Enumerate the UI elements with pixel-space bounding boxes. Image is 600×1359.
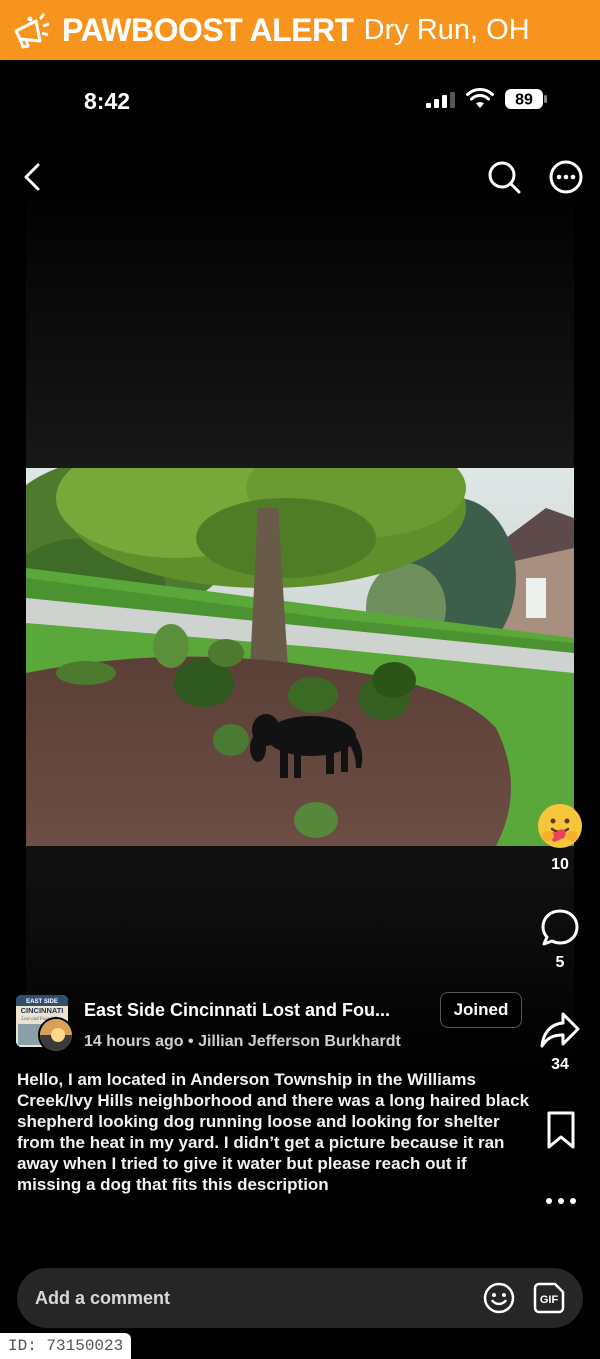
pawboost-alert-banner: PAWBOOST ALERT Dry Run, OH bbox=[0, 0, 600, 60]
status-time: 8:42 bbox=[84, 88, 131, 114]
battery-icon: 89 bbox=[505, 89, 547, 109]
comments-count: 5 bbox=[555, 954, 565, 971]
post-photo[interactable] bbox=[26, 468, 574, 846]
share-action[interactable]: 34 bbox=[536, 1010, 584, 1074]
care-reaction-icon bbox=[538, 804, 582, 848]
bookmark-icon[interactable] bbox=[544, 1110, 578, 1150]
gif-icon[interactable]: GIF bbox=[533, 1282, 565, 1314]
search-icon[interactable] bbox=[486, 159, 522, 195]
comment-input[interactable]: Add a comment bbox=[35, 1288, 170, 1309]
group-name[interactable]: East Side Cincinnati Lost and Fou... bbox=[84, 1000, 390, 1021]
comment-bar[interactable]: Add a comment GIF bbox=[17, 1268, 583, 1328]
post-text: Hello, I am located in Anderson Township… bbox=[17, 1070, 530, 1194]
more-options-icon[interactable] bbox=[548, 159, 584, 195]
author-avatar[interactable] bbox=[38, 1017, 74, 1053]
shares-count: 34 bbox=[551, 1056, 569, 1073]
alert-location: Dry Run, OH bbox=[363, 13, 530, 46]
wifi-icon bbox=[466, 88, 494, 108]
emoji-icon[interactable] bbox=[483, 1282, 515, 1314]
svg-text:EAST SIDE: EAST SIDE bbox=[26, 999, 58, 1005]
phone-screen: 8:42 89 10 5 34 EAST SIDE CINCINNATI Los… bbox=[0, 60, 600, 1359]
more-horizontal-icon[interactable] bbox=[544, 1194, 578, 1208]
svg-text:CINCINNATI: CINCINNATI bbox=[21, 1006, 64, 1015]
gif-label: GIF bbox=[540, 1294, 559, 1306]
status-bar: 8:42 89 bbox=[0, 60, 600, 140]
reactions-action[interactable]: 10 bbox=[536, 802, 584, 874]
share-arrow-icon bbox=[540, 1012, 580, 1048]
cellular-signal-icon bbox=[426, 92, 455, 108]
reactions-count: 10 bbox=[551, 856, 569, 873]
alert-title: PAWBOOST ALERT bbox=[62, 11, 354, 48]
post-meta[interactable]: 14 hours ago • Jillian Jefferson Burkhar… bbox=[84, 1033, 401, 1051]
chevron-left-icon[interactable] bbox=[16, 160, 50, 194]
comments-action[interactable]: 5 bbox=[536, 908, 584, 972]
joined-button[interactable]: Joined bbox=[440, 992, 522, 1028]
comment-bubble-icon bbox=[541, 909, 579, 946]
yard-dog-photo bbox=[26, 468, 574, 846]
image-id-tag: ID: 73150023 bbox=[0, 1333, 132, 1359]
megaphone-icon bbox=[14, 13, 50, 49]
battery-level: 89 bbox=[515, 92, 533, 109]
